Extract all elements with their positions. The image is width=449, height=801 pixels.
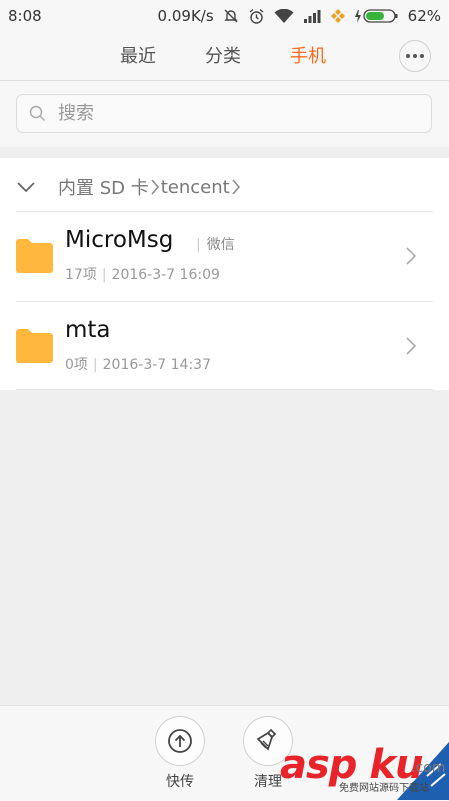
- file-tag-text: 微信: [206, 237, 235, 253]
- alarm-icon: [248, 8, 265, 25]
- action-circle: [155, 716, 205, 766]
- tab-recent[interactable]: 最近: [120, 42, 156, 68]
- signal-icon: [303, 9, 321, 23]
- battery-icon: [354, 8, 399, 24]
- breadcrumb-separator-icon: [150, 178, 160, 196]
- chevron-right-icon: [405, 336, 417, 360]
- file-meta: 17项 | 2016-3-7 16:09: [65, 267, 220, 283]
- header: 最近 分类 手机: [0, 32, 449, 81]
- status-time: 8:08: [8, 7, 42, 25]
- wifi-icon: [274, 8, 294, 24]
- upload-icon: [168, 729, 192, 753]
- file-meta: 0项 | 2016-3-7 14:37: [65, 357, 211, 373]
- more-dot: [420, 54, 424, 58]
- tab-bar: 最近 分类 手机: [0, 32, 449, 80]
- file-count: 17项: [65, 267, 97, 283]
- broom-icon: [256, 728, 277, 751]
- tab-category[interactable]: 分类: [205, 42, 241, 68]
- divider: [16, 389, 433, 390]
- folder-row-micromsg[interactable]: MicroMsg | 微信 17项 | 2016-3-7 16:09: [0, 212, 449, 301]
- breadcrumb-item-tencent[interactable]: tencent: [161, 177, 230, 198]
- search-area: [0, 81, 449, 147]
- folder-icon: [16, 239, 53, 277]
- breadcrumb-path: 内置 SD 卡 tencent: [58, 174, 242, 200]
- more-dot: [413, 54, 417, 58]
- tab-phone[interactable]: 手机: [290, 42, 326, 68]
- action-label: 快传: [166, 774, 194, 790]
- more-button[interactable]: [399, 40, 431, 72]
- chevron-right-icon: [405, 246, 417, 270]
- watermark-suffix: .com: [411, 760, 446, 776]
- file-date: 2016-3-7 14:37: [102, 357, 211, 373]
- action-label: 清理: [254, 774, 282, 790]
- folder-icon: [16, 329, 53, 367]
- more-dot: [406, 54, 410, 58]
- watermark-subtitle: 免费网站源码下载站: [339, 783, 429, 794]
- breadcrumb-separator-icon: [231, 178, 241, 196]
- app-icon: [330, 8, 346, 24]
- battery-level: 62%: [407, 7, 441, 25]
- quick-transfer-button[interactable]: 快传: [150, 716, 210, 791]
- status-bar: 8:08 0.09K/s 62%: [0, 0, 449, 32]
- file-date: 2016-3-7 16:09: [111, 267, 220, 283]
- search-icon: [29, 105, 46, 122]
- breadcrumb-item-sd-card[interactable]: 内置 SD 卡: [58, 174, 149, 200]
- watermark-logo: asp ku .com 免费网站源码下载站: [280, 742, 449, 800]
- file-name: MicroMsg: [65, 227, 174, 253]
- collapse-chevron-icon[interactable]: [16, 178, 36, 197]
- breadcrumb: 内置 SD 卡 tencent: [0, 158, 449, 212]
- file-count: 0项: [65, 357, 88, 373]
- folder-row-mta[interactable]: mta 0项 | 2016-3-7 14:37: [0, 302, 449, 391]
- file-panel: 内置 SD 卡 tencent MicroMsg | 微信 17项 | 2016-3-…: [0, 158, 449, 390]
- bell-off-icon: [223, 8, 239, 24]
- search-box[interactable]: [16, 94, 432, 133]
- file-tag: | 微信: [196, 237, 235, 253]
- search-input[interactable]: [56, 102, 400, 125]
- status-right: 0.09K/s 62%: [158, 7, 441, 25]
- file-name: mta: [65, 317, 111, 343]
- network-speed: 0.09K/s: [157, 7, 214, 25]
